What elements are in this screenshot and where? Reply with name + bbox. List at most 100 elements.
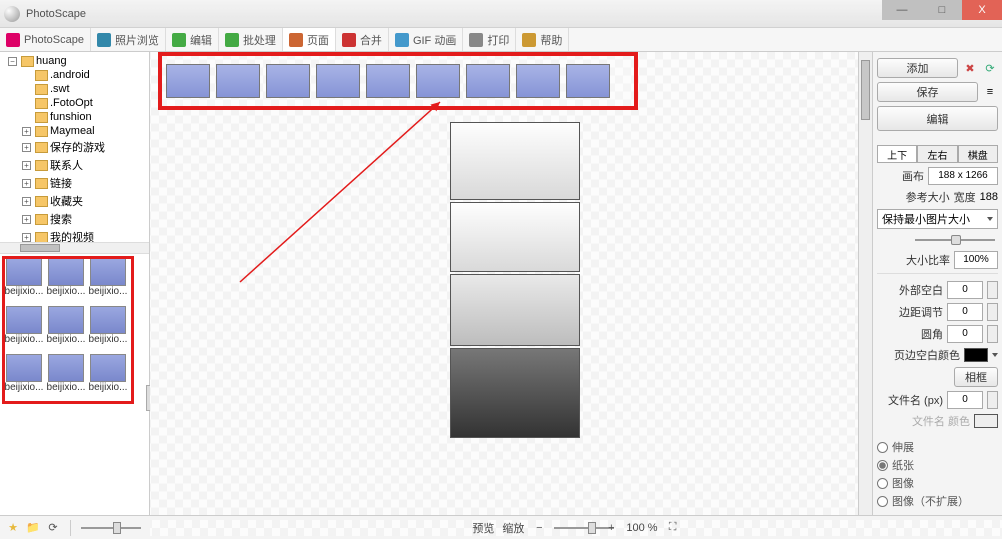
- strip-slot[interactable]: [466, 64, 510, 98]
- thumbnail-item[interactable]: beijixio...: [4, 306, 44, 352]
- folder-icon[interactable]: 📁: [26, 521, 40, 535]
- strip-slot[interactable]: [166, 64, 210, 98]
- close-button[interactable]: X: [962, 0, 1002, 20]
- fit-mode-option[interactable]: 伸展: [877, 439, 998, 455]
- expand-toggle-icon[interactable]: +: [22, 233, 31, 242]
- thumbnail-item[interactable]: beijixio...: [46, 354, 86, 400]
- favorite-icon[interactable]: ★: [6, 521, 20, 535]
- main-tab[interactable]: 打印: [463, 28, 516, 51]
- tree-item[interactable]: +收藏夹: [2, 192, 147, 210]
- maximize-button[interactable]: □: [922, 0, 962, 20]
- expand-toggle-icon[interactable]: +: [22, 127, 31, 136]
- layout-tab[interactable]: 左右: [917, 145, 957, 163]
- thumbnail-item[interactable]: beijixio...: [88, 306, 128, 352]
- stepper-buttons[interactable]: [987, 281, 998, 299]
- tree-item[interactable]: +.android: [2, 68, 147, 82]
- fit-mode-option[interactable]: 图像（不扩展）: [877, 493, 998, 509]
- strip-slot[interactable]: [266, 64, 310, 98]
- frame-button[interactable]: 相框: [954, 367, 998, 387]
- radio-input[interactable]: [877, 460, 888, 471]
- tree-item[interactable]: +funshion: [2, 110, 147, 124]
- fullscreen-icon[interactable]: ⛶: [666, 521, 680, 535]
- thumbnail-item[interactable]: beijixio...: [88, 258, 128, 304]
- thumbnail-item[interactable]: beijixio...: [46, 258, 86, 304]
- thumbnail-item[interactable]: beijixio...: [46, 306, 86, 352]
- tree-horizontal-scrollbar[interactable]: [0, 242, 149, 254]
- expand-toggle-icon[interactable]: +: [22, 143, 31, 152]
- canvas-area[interactable]: [150, 52, 872, 515]
- list-icon[interactable]: ≡: [982, 84, 998, 100]
- strip-slot[interactable]: [216, 64, 260, 98]
- strip-slot[interactable]: [416, 64, 460, 98]
- strip-slot[interactable]: [366, 64, 410, 98]
- zoom-out-icon[interactable]: −: [532, 521, 546, 535]
- strip-slot[interactable]: [316, 64, 360, 98]
- expand-toggle-icon[interactable]: −: [8, 57, 17, 66]
- thumbnail-item[interactable]: beijixio...: [4, 354, 44, 400]
- slider-knob[interactable]: [113, 522, 121, 534]
- layout-tab[interactable]: 上下: [877, 145, 917, 163]
- tree-item[interactable]: +链接: [2, 174, 147, 192]
- stepper-buttons[interactable]: [987, 391, 998, 409]
- main-tab[interactable]: 合并: [336, 28, 389, 51]
- strip-slot[interactable]: [566, 64, 610, 98]
- thumb-size-slider[interactable]: [81, 527, 141, 529]
- size-slider[interactable]: [877, 233, 998, 247]
- main-tab[interactable]: GIF 动画: [389, 28, 463, 51]
- tree-item[interactable]: +搜索: [2, 210, 147, 228]
- fit-mode-option[interactable]: 图像: [877, 475, 998, 491]
- main-tab[interactable]: 帮助: [516, 28, 569, 51]
- tree-item[interactable]: +.swt: [2, 82, 147, 96]
- slider-knob[interactable]: [588, 522, 596, 534]
- radio-input[interactable]: [877, 478, 888, 489]
- tree-item[interactable]: +Maymeal: [2, 124, 147, 138]
- radio-input[interactable]: [877, 442, 888, 453]
- tree-item[interactable]: +联系人: [2, 156, 147, 174]
- expand-toggle-icon[interactable]: +: [22, 179, 31, 188]
- layout-direction-tabs[interactable]: 上下左右棋盘: [877, 145, 998, 163]
- main-tab[interactable]: 批处理: [219, 28, 283, 51]
- zoom-in-icon[interactable]: +: [604, 521, 618, 535]
- minimize-button[interactable]: —: [882, 0, 922, 20]
- canvas-vertical-scrollbar[interactable]: [858, 52, 872, 515]
- expand-toggle-icon[interactable]: +: [22, 161, 31, 170]
- thumbnail-item[interactable]: beijixio...: [4, 258, 44, 304]
- main-tab[interactable]: 照片浏览: [91, 28, 166, 51]
- delete-icon[interactable]: ✖: [962, 60, 978, 76]
- main-tab[interactable]: 页面: [283, 28, 336, 51]
- keep-size-select[interactable]: 保持最小图片大小: [877, 209, 998, 229]
- radius-input[interactable]: 0: [947, 325, 983, 343]
- strip-slot[interactable]: [516, 64, 560, 98]
- refresh-icon[interactable]: ⟳: [982, 60, 998, 76]
- stepper-buttons[interactable]: [987, 325, 998, 343]
- stepper-buttons[interactable]: [987, 303, 998, 321]
- layout-tab[interactable]: 棋盘: [958, 145, 998, 163]
- edit-button[interactable]: 编辑: [877, 106, 998, 131]
- tree-item[interactable]: +.FotoOpt: [2, 96, 147, 110]
- expand-toggle-icon[interactable]: +: [22, 197, 31, 206]
- combined-page-preview[interactable]: [450, 122, 580, 438]
- main-tab[interactable]: PhotoScape: [0, 28, 91, 51]
- main-tab[interactable]: 编辑: [166, 28, 219, 51]
- add-button[interactable]: 添加: [877, 58, 958, 78]
- outer-margin-input[interactable]: 0: [947, 281, 983, 299]
- tree-item[interactable]: −huang: [2, 54, 147, 68]
- fit-mode-option[interactable]: 纸张: [877, 457, 998, 473]
- thumbnail-item[interactable]: beijixio...: [88, 354, 128, 400]
- image-strip[interactable]: [158, 52, 638, 110]
- radio-label: 纸张: [892, 457, 914, 473]
- tree-item[interactable]: +我的视频: [2, 228, 147, 242]
- page-bg-color-swatch[interactable]: [964, 348, 988, 362]
- ratio-value[interactable]: 100%: [954, 251, 998, 269]
- expand-toggle-icon[interactable]: +: [22, 215, 31, 224]
- chevron-down-icon[interactable]: [992, 353, 998, 357]
- preview-label[interactable]: 预览: [472, 520, 494, 536]
- refresh-icon[interactable]: ⟳: [46, 521, 60, 535]
- tree-item[interactable]: +保存的游戏: [2, 138, 147, 156]
- folder-tree[interactable]: −huang+.android+.swt+.FotoOpt+funshion+M…: [0, 52, 149, 242]
- filename-px-input[interactable]: 0: [947, 391, 983, 409]
- fit-mode-radios[interactable]: 伸展纸张图像图像（不扩展）: [877, 439, 998, 509]
- radio-input[interactable]: [877, 496, 888, 507]
- save-button[interactable]: 保存: [877, 82, 978, 102]
- edge-adjust-input[interactable]: 0: [947, 303, 983, 321]
